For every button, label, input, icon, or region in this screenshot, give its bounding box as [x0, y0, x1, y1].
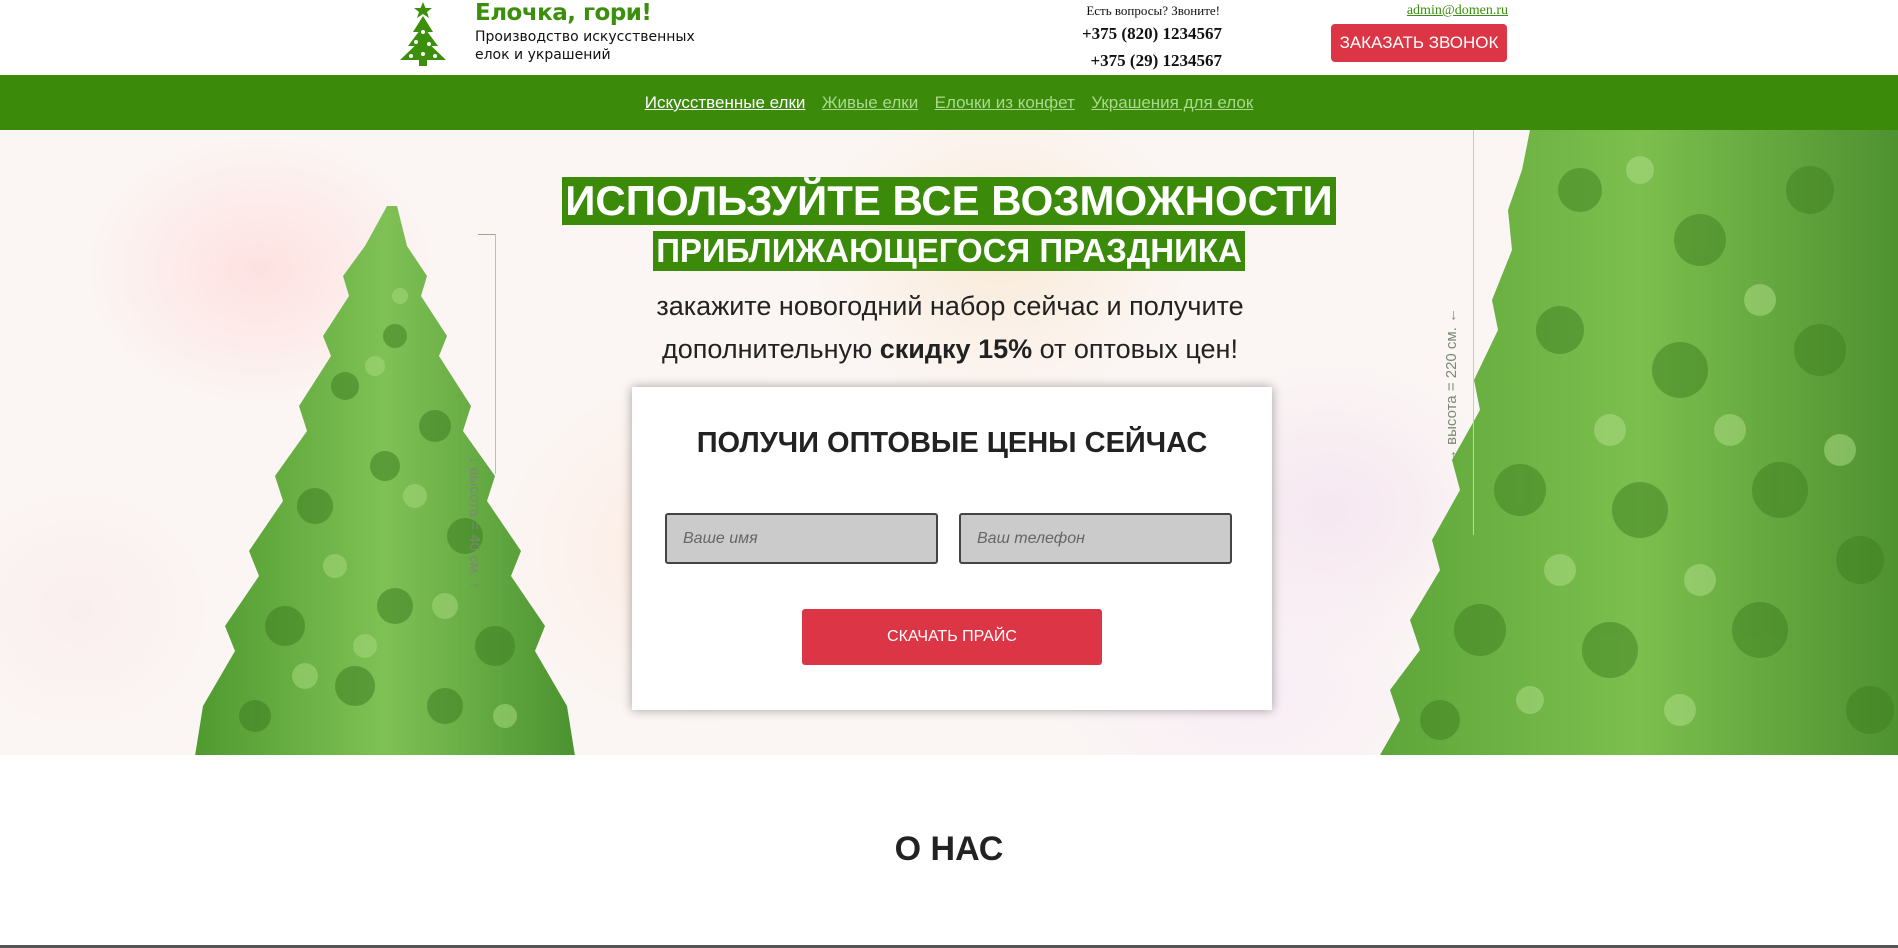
phone-number[interactable]: +375 (820) 1234567 — [1040, 24, 1222, 44]
hero-headline: ИСПОЛЬЗУЙТЕ ВСЕ ВОЗМОЖНОСТИ ПРИБЛИЖАЮЩЕГ… — [0, 177, 1898, 271]
name-input[interactable] — [665, 513, 938, 564]
brand-name[interactable]: Елочка, гори! — [475, 0, 652, 26]
phone-number[interactable]: +375 (29) 1234567 — [1040, 51, 1222, 71]
christmas-tree-icon[interactable] — [396, 2, 450, 66]
hero-section: ↓ высота = 40 см. ↑ → высота = 220 см. ←… — [0, 130, 1898, 755]
large-tree-height-label: → высота = 220 см. ← — [1443, 307, 1460, 464]
download-price-button[interactable]: СКАЧАТЬ ПРАЙС — [802, 609, 1102, 665]
discount-highlight: скидку 15% — [879, 334, 1033, 364]
price-request-form: ПОЛУЧИ ОПТОВЫЕ ЦЕНЫ СЕЙЧАС СКАЧАТЬ ПРАЙС — [632, 387, 1272, 710]
subheadline-text: от оптовых цен! — [1039, 334, 1238, 364]
nav-item-live-trees[interactable]: Живые елки — [822, 75, 918, 130]
nav-item-candy-trees[interactable]: Елочки из конфет — [935, 75, 1075, 130]
contact-question: Есть вопросы? Звоните! — [1086, 3, 1220, 18]
order-callback-button[interactable]: ЗАКАЗАТЬ ЗВОНОК — [1331, 24, 1507, 62]
nav-item-tree-decorations[interactable]: Украшения для елок — [1091, 75, 1253, 130]
site-header: Елочка, гори! Производство искусственных… — [0, 0, 1898, 75]
brand-tagline: Производство искусственных елок и украше… — [475, 29, 695, 63]
about-section-title: О НАС — [894, 830, 1004, 868]
hero-subheadline: закажите новогодний набор сейчас и получ… — [560, 285, 1340, 371]
small-tree-height-label: ↓ высота = 40 см. ↑ — [466, 456, 483, 589]
form-title: ПОЛУЧИ ОПТОВЫЕ ЦЕНЫ СЕЙЧАС — [696, 427, 1208, 459]
phone-input[interactable] — [959, 513, 1232, 564]
headline-line: ИСПОЛЬЗУЙТЕ ВСЕ ВОЗМОЖНОСТИ — [562, 177, 1336, 225]
small-tree-image — [195, 206, 575, 755]
headline-line: ПРИБЛИЖАЮЩЕГОСЯ ПРАЗДНИКА — [653, 231, 1245, 271]
main-nav: Искусственные елки Живые елки Елочки из … — [0, 75, 1898, 130]
nav-item-artificial-trees[interactable]: Искусственные елки — [645, 75, 806, 130]
email-link[interactable]: admin@domen.ru — [1330, 3, 1508, 19]
